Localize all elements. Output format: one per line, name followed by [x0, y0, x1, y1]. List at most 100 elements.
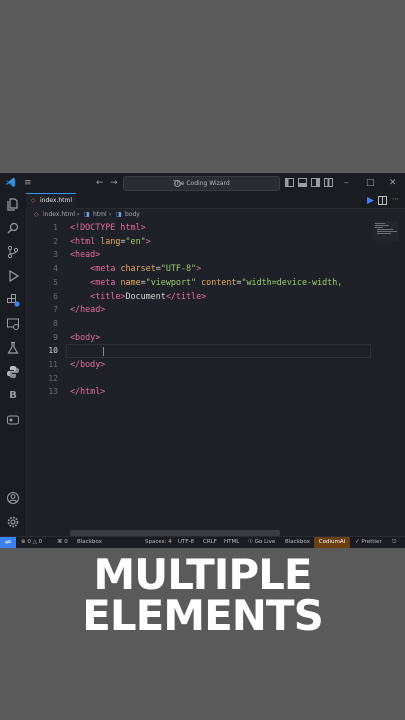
- menu-icon[interactable]: ≡: [24, 177, 32, 189]
- code-line: </body>: [70, 358, 105, 372]
- attr-value: "viewport": [145, 276, 197, 287]
- notifications-bell-icon[interactable]: ⎋: [392, 537, 396, 548]
- caption-line-2: ELEMENTS: [82, 591, 324, 640]
- tab-index-html[interactable]: ◇ index.html: [26, 193, 76, 209]
- code-line: <meta charset="UTF-8">: [70, 262, 201, 276]
- title-text: Document: [125, 290, 166, 301]
- minimap[interactable]: [373, 221, 398, 241]
- errors-status[interactable]: ⊗ 0 △ 0: [21, 537, 42, 548]
- html-open-tag: <html: [70, 235, 96, 246]
- codium-icon[interactable]: [6, 413, 20, 427]
- indentation-status[interactable]: Spaces: 4: [145, 537, 172, 548]
- broadcast-icon: ☉: [248, 539, 253, 545]
- line-number: 1: [53, 223, 58, 232]
- tab-label: index.html: [40, 197, 72, 204]
- python-icon[interactable]: [6, 365, 20, 379]
- code-line: </html>: [70, 385, 105, 399]
- line-number: 12: [48, 373, 58, 383]
- head-close-tag: </head>: [70, 304, 106, 315]
- code-line: <body>: [70, 331, 100, 345]
- error-icon: ⊗: [21, 539, 26, 545]
- toggle-panel-icon[interactable]: [298, 178, 307, 187]
- testing-icon[interactable]: [6, 341, 20, 355]
- line-number-active: 10: [48, 346, 58, 356]
- meta-open-tag: <meta: [90, 276, 116, 287]
- eol-status[interactable]: CRLF: [203, 537, 217, 548]
- search-sidebar-icon[interactable]: [6, 221, 20, 235]
- attr-value: "width=device-width,: [241, 276, 343, 287]
- settings-gear-icon[interactable]: [6, 515, 20, 529]
- prettier-status[interactable]: ✓ Prettier: [355, 537, 382, 548]
- line-number: 2: [53, 236, 58, 246]
- text-cursor: [103, 347, 104, 356]
- toggle-secondary-sidebar-icon[interactable]: [311, 178, 320, 187]
- status-bar: ⇌ ⊗ 0 △ 0 ⌘ 0 Blackbox Spaces: 4 UTF-8 C…: [0, 536, 405, 548]
- body-open-tag: <body>: [70, 331, 101, 342]
- attr-value: "en": [125, 235, 146, 246]
- command-center-search[interactable]: The Coding Wizard: [123, 176, 280, 191]
- ports-icon: ⌘: [57, 539, 63, 545]
- html-file-icon: ◇: [31, 197, 36, 204]
- line-number: 6: [53, 291, 58, 301]
- breadcrumb-element-icon: ◨: [116, 211, 122, 218]
- line-number: 9: [53, 332, 58, 342]
- maximize-icon[interactable]: □: [366, 177, 375, 189]
- explorer-icon[interactable]: [6, 197, 20, 211]
- more-actions-icon[interactable]: ⋯: [392, 195, 399, 203]
- customize-layout-icon[interactable]: [324, 178, 333, 187]
- breadcrumb-body[interactable]: body: [125, 209, 140, 221]
- tag-close: >: [196, 263, 202, 274]
- search-text: The Coding Wizard: [173, 180, 230, 187]
- check-icon: ✓: [355, 539, 360, 545]
- remote-explorer-icon[interactable]: [6, 317, 20, 331]
- code-line: <html lang="en">: [70, 235, 151, 249]
- warning-icon: △: [32, 539, 37, 545]
- title-bar: ≡ ← → The Coding Wizard – □ ✕: [0, 173, 405, 194]
- toggle-primary-sidebar-icon[interactable]: [285, 178, 294, 187]
- head-open-tag: <head>: [70, 249, 101, 260]
- breadcrumb-separator-icon: ›: [77, 211, 80, 218]
- meta-open-tag: <meta: [90, 263, 116, 274]
- breadcrumb-html[interactable]: html: [93, 209, 107, 221]
- breadcrumb-file-icon: ◇: [34, 211, 39, 218]
- line-number: 4: [53, 264, 58, 274]
- attr-value: "UTF-8": [160, 263, 197, 274]
- html-close-tag: </html>: [70, 386, 106, 397]
- breadcrumb-element-icon: ◨: [84, 211, 90, 218]
- go-live-button[interactable]: ☉ Go Live: [248, 537, 275, 548]
- line-number: 8: [53, 318, 58, 328]
- code-line: <head>: [70, 248, 100, 262]
- minimize-icon[interactable]: –: [344, 177, 349, 189]
- tag-close: >: [145, 235, 151, 246]
- close-window-icon[interactable]: ✕: [389, 177, 397, 189]
- run-file-icon[interactable]: [366, 196, 375, 205]
- line-number: 11: [48, 360, 58, 369]
- breadcrumb-separator-icon: ›: [109, 211, 112, 218]
- back-arrow-icon[interactable]: ←: [96, 177, 104, 189]
- forward-arrow-icon[interactable]: →: [110, 177, 118, 189]
- line-number: 5: [53, 277, 58, 287]
- ports-status[interactable]: ⌘ 0: [57, 537, 68, 548]
- breadcrumb: ◇ index.html › ◨ html › ◨ body: [26, 209, 405, 221]
- remote-indicator-icon[interactable]: ⇌: [0, 537, 16, 548]
- breadcrumb-file[interactable]: index.html: [43, 209, 75, 221]
- code-line: <title>Document</title>: [70, 290, 206, 304]
- blackbox-status-left[interactable]: Blackbox: [77, 537, 102, 548]
- encoding-status[interactable]: UTF-8: [178, 537, 194, 548]
- accounts-icon[interactable]: [6, 491, 20, 505]
- vscode-window: ≡ ← → The Coding Wizard – □ ✕ B ◇ index.…: [0, 173, 405, 548]
- title-close-tag: </title>: [165, 290, 207, 301]
- language-status[interactable]: HTML: [224, 537, 239, 548]
- attr-name: lang: [100, 235, 121, 246]
- blackbox-icon[interactable]: B: [6, 389, 20, 403]
- search-icon: [174, 180, 181, 187]
- split-editor-icon[interactable]: [378, 196, 387, 205]
- blackbox-status-right[interactable]: Blackbox: [285, 537, 310, 548]
- title-open-tag: <title>: [90, 290, 126, 301]
- run-debug-icon[interactable]: [6, 269, 20, 283]
- codium-status[interactable]: CodiumAI: [314, 537, 350, 548]
- vscode-logo-icon: [5, 177, 16, 188]
- extensions-icon[interactable]: [6, 293, 20, 307]
- code-line: <meta name="viewport" content="width=dev…: [70, 276, 342, 290]
- source-control-icon[interactable]: [6, 245, 20, 259]
